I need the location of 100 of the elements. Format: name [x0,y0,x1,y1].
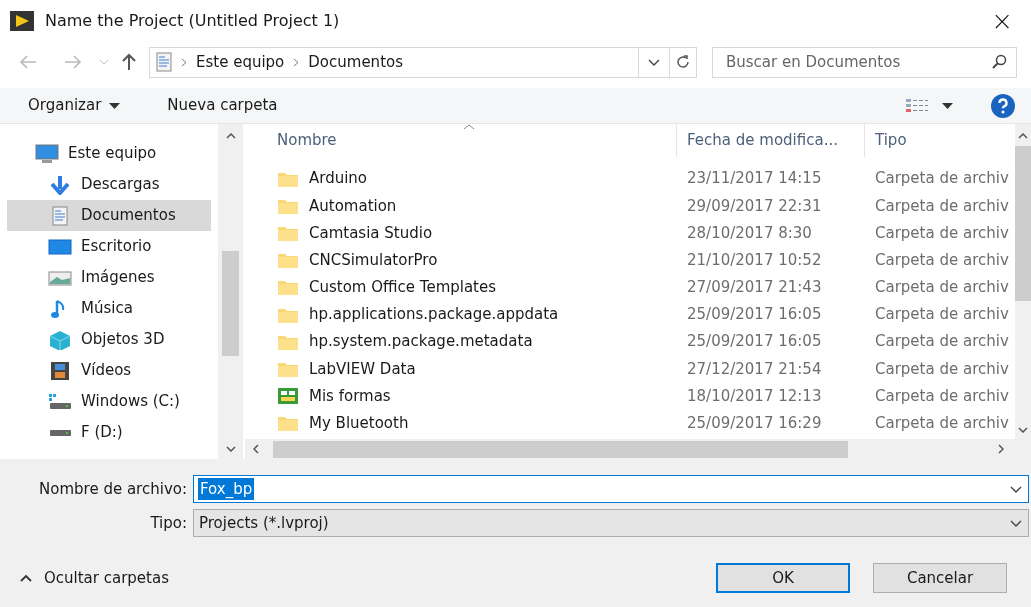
scroll-up-icon [1018,133,1028,139]
search-icon [991,53,1007,70]
drive-icon [48,428,72,437]
help-icon [991,93,1015,118]
file-row[interactable]: hp.system.package.metadata 25/09/2017 16:05 Carpeta de archiv [245,328,1015,356]
scrollbar[interactable] [245,439,1031,459]
sidebar-item[interactable]: Documentos [7,200,211,231]
table-cell-text: 21/10/2017 10:52 [686,249,823,271]
up-icon [121,53,137,71]
table-cell-text: Carpeta de archiv [874,249,1010,271]
file-row[interactable]: Arduino 23/11/2017 14:15 Carpeta de archiv [245,165,1015,193]
caret-icon [942,102,953,109]
view-options-button[interactable] [906,97,953,114]
cancel-button[interactable]: Cancelar [873,563,1007,593]
help-button[interactable] [991,93,1015,118]
folder-icon [277,414,299,433]
file-name: Mis formas [309,385,391,407]
sidebar-item[interactable]: Imágenes [7,262,211,293]
refresh-icon [676,55,690,69]
table-cell-text: 25/09/2017 16:29 [686,413,823,435]
scrollbar[interactable] [218,124,243,459]
file-row[interactable]: Mis formas 18/10/2017 12:13 Carpeta de archiv [245,382,1015,410]
folder-icon [277,278,299,297]
column-header[interactable]: Nombre [245,124,676,157]
scrollbar-thumb[interactable] [222,251,239,356]
desktop-icon [48,236,72,257]
column-header[interactable]: Fecha de modifica... [676,124,864,157]
file-name: Custom Office Templates [309,277,497,299]
refresh-button[interactable] [669,46,697,78]
organize-button[interactable]: Organizar [28,94,121,117]
file-name: Automation [309,195,397,217]
forms-icon [277,387,299,406]
back-icon [18,54,38,70]
file-row[interactable]: CNCSimulatorPro 21/10/2017 10:52 Carpeta de archiv [245,246,1015,274]
folder-icon [277,251,299,270]
caret-icon [1010,519,1022,527]
scroll-right-icon [998,444,1004,454]
scrollbar-thumb[interactable] [1015,146,1031,301]
scroll-down-icon [1018,427,1028,433]
new-folder-button[interactable]: Nueva carpeta [167,94,278,117]
table-cell-text: 25/09/2017 16:05 [686,331,823,353]
table-cell-text: 27/12/2017 21:54 [686,358,823,380]
file-name: My Bluetooth [309,413,409,435]
table-cell-text: Carpeta de archiv [874,222,1010,244]
table-cell-text: Carpeta de archiv [874,304,1010,326]
caret-icon [99,59,109,65]
download-icon [48,174,72,195]
close-button[interactable]: × [983,8,1021,34]
table-cell-text: 27/09/2017 21:43 [686,277,823,299]
sort-indicator-icon [463,124,475,130]
address-bar[interactable]: Este equipo Documentos [149,46,639,78]
sidebar-item[interactable]: Objetos 3D [7,324,211,355]
file-row[interactable]: My Bluetooth 25/09/2017 16:29 Carpeta de archiv [245,409,1015,437]
file-type-dropdown[interactable]: Projects (*.lvproj) [193,509,1029,537]
file-name: hp.applications.package.appdata [309,304,559,326]
file-row[interactable]: hp.applications.package.appdata 25/09/2017 16:05 Carpeta de archiv [245,300,1015,329]
document-icon [156,52,172,72]
table-cell-text: 18/10/2017 12:13 [686,385,823,407]
table-cell-text: Carpeta de archiv [874,413,1010,435]
table-cell-text: 28/10/2017 8:30 [686,222,813,244]
cube-icon [48,329,72,350]
window-title: Name the Project (Untitled Project 1) [45,10,340,32]
file-row[interactable]: LabVIEW Data 27/12/2017 21:54 Carpeta de archiv [245,355,1015,383]
table-cell-text: 23/11/2017 14:15 [686,168,823,190]
breadcrumb-item[interactable]: Documentos [308,50,403,74]
table-cell-text: Carpeta de archiv [874,168,1010,190]
sidebar-item[interactable]: Música [7,293,211,324]
caret-icon [648,58,660,66]
file-row[interactable]: Camtasia Studio 28/10/2017 8:30 Carpeta de archiv [245,219,1015,247]
film-icon [48,360,72,381]
field-label: Nombre de archivo: [38,478,188,500]
dropdown-button[interactable] [639,46,669,78]
scroll-up-icon [225,133,236,139]
table-cell-text: Carpeta de archiv [874,385,1010,407]
app-logo-icon [10,11,34,31]
file-row[interactable]: Custom Office Templates 27/09/2017 21:43 Carpeta de archiv [245,273,1015,301]
sidebar-item[interactable]: F (D:) [7,417,211,448]
sidebar-item[interactable]: Windows (C:) [7,386,211,417]
table-cell-text: Carpeta de archiv [874,331,1010,353]
sidebar-item[interactable]: Este equipo [7,138,211,169]
list-view-icon [906,97,928,114]
file-name: CNCSimulatorPro [309,249,438,271]
hide-folders-button[interactable]: Ocultar carpetas [20,566,169,590]
breadcrumb-item[interactable]: Este equipo [196,50,285,74]
file-name-field[interactable]: Fox_bp [193,475,1029,503]
sidebar-item[interactable]: Escritorio [7,231,211,262]
sidebar-item[interactable]: Vídeos [7,355,211,386]
sidebar-item[interactable]: Descargas [7,169,211,200]
scrollbar[interactable] [1015,124,1031,439]
ok-button[interactable]: OK [716,563,850,593]
file-row[interactable]: Automation 29/09/2017 22:31 Carpeta de archiv [245,192,1015,220]
search-field[interactable]: Buscar en Documentos [712,46,1017,78]
scroll-down-icon [225,446,236,452]
file-name: LabVIEW Data [309,358,416,380]
table-cell-text: Carpeta de archiv [874,358,1010,380]
chevron-icon [293,57,300,67]
caret-icon [1010,485,1022,493]
caret-icon [109,102,121,109]
file-name: Camtasia Studio [309,222,433,244]
scrollbar-thumb[interactable] [273,440,848,458]
